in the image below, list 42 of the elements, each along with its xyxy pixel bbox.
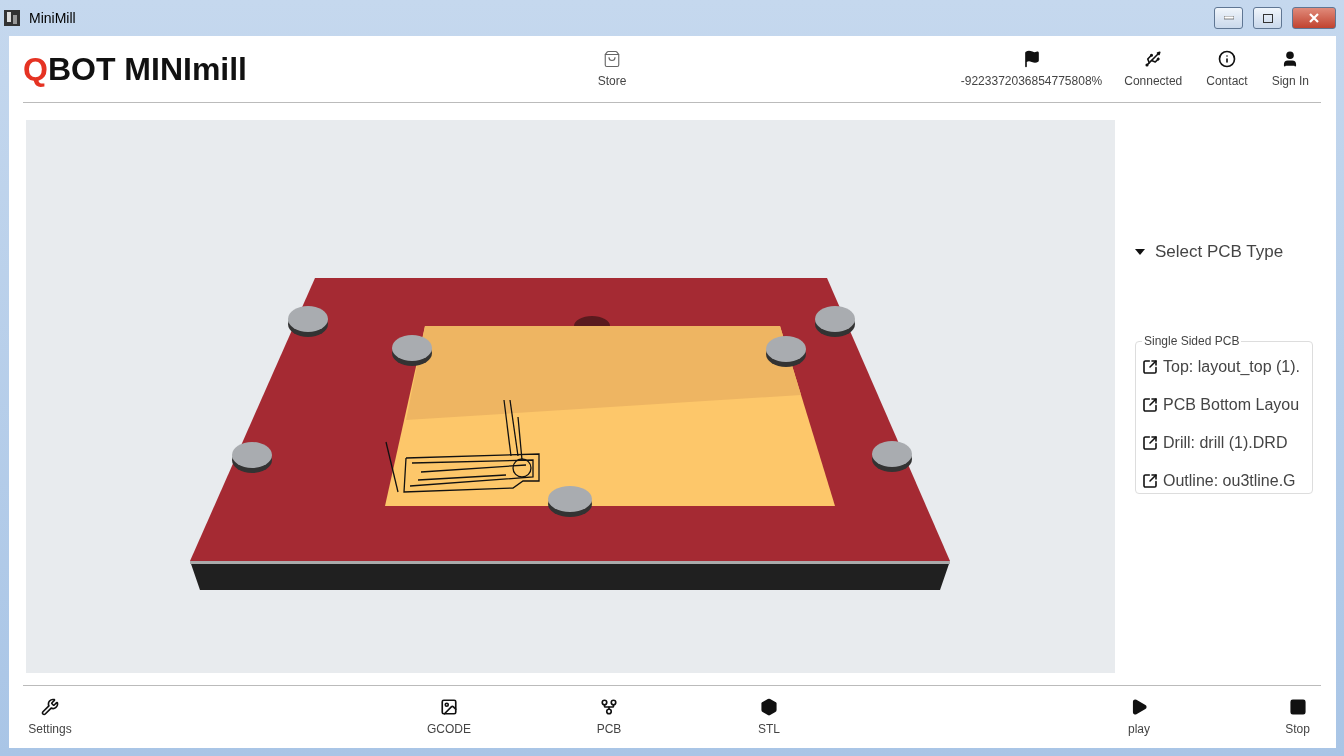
window-title: MiniMill [29, 10, 77, 26]
external-link-icon [1142, 473, 1158, 489]
file-link[interactable]: Drill: drill (1).DRD [1142, 424, 1312, 462]
caret-icon [1135, 249, 1145, 255]
settings-icon [41, 698, 59, 716]
play-icon [1130, 698, 1148, 716]
nav-item[interactable]: -9223372036854775808% [950, 50, 1113, 88]
file-link[interactable]: PCB Bottom Layou [1142, 386, 1312, 424]
nav-item[interactable]: Sign In [1259, 50, 1321, 88]
info-icon [1217, 50, 1236, 68]
stop-icon [1288, 698, 1307, 716]
toolbar-button[interactable]: Settings [23, 698, 77, 736]
file-link[interactable]: Top: layout_top (1). [1142, 348, 1312, 386]
usb-icon [1144, 50, 1163, 68]
nav-item[interactable]: Connected [1112, 50, 1195, 88]
minimize-icon [1223, 16, 1234, 20]
cube-icon [760, 698, 778, 716]
store-link[interactable]: Store [572, 50, 652, 88]
image-icon [440, 698, 458, 716]
close-button[interactable] [1292, 7, 1336, 29]
file-link[interactable]: Outline: ou3tline.G [1142, 462, 1312, 493]
maximize-button[interactable] [1253, 7, 1282, 29]
toolbar-button[interactable]: PCB [569, 698, 649, 736]
group-legend: Single Sided PCB [1142, 335, 1242, 348]
nav-item[interactable]: Contact [1194, 50, 1260, 88]
toolbar-button[interactable]: play [1099, 698, 1179, 736]
external-link-icon [1142, 397, 1158, 413]
maximize-icon [1262, 13, 1273, 23]
logo: QBOT MINImill [23, 50, 248, 88]
minimize-button[interactable] [1214, 7, 1243, 29]
external-link-icon [1142, 435, 1158, 451]
toolbar-button[interactable]: STL [729, 698, 809, 736]
bag-icon [603, 50, 621, 68]
toolbar-button[interactable]: GCODE [409, 698, 489, 736]
pcb-type-dropdown[interactable]: Select PCB Type [1135, 242, 1336, 262]
app-icon [3, 9, 21, 27]
fork-icon [600, 698, 618, 716]
toolbar-button[interactable]: Stop [1274, 698, 1321, 736]
3d-viewport[interactable] [26, 120, 1115, 673]
external-link-icon [1142, 359, 1158, 375]
flag-icon [1022, 50, 1041, 68]
close-icon [1309, 13, 1319, 23]
